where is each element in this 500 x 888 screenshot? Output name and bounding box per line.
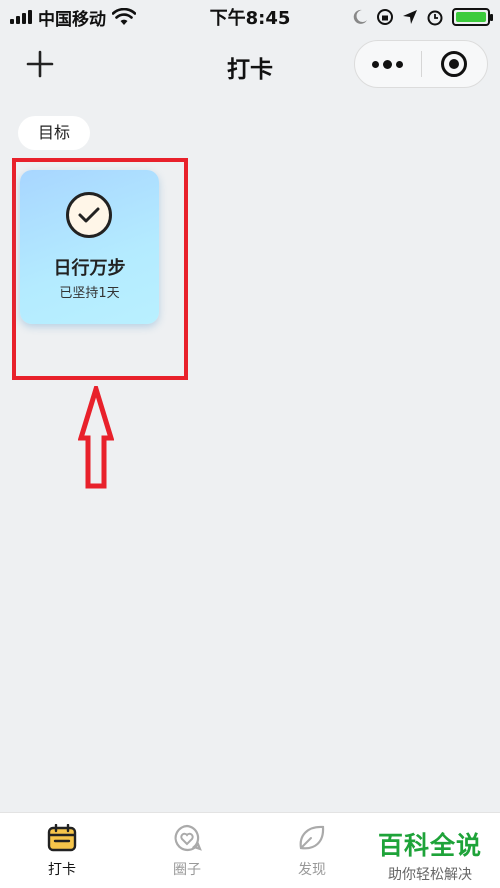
signal-icon <box>10 10 32 24</box>
status-left: 中国移动 <box>10 5 136 30</box>
up-arrow-icon <box>78 386 114 489</box>
tab-discover[interactable]: 发现 <box>272 823 352 879</box>
watermark: 百科全说 助你轻松解决 <box>360 826 500 884</box>
nav-bar: 打卡 <box>0 36 500 98</box>
wifi-icon <box>112 8 136 25</box>
moon-icon <box>353 9 367 24</box>
habit-card[interactable]: 日行万步 已坚持1天 <box>20 170 159 324</box>
tab-circle[interactable]: 圈子 <box>147 823 227 879</box>
status-right <box>352 8 493 26</box>
category-chip[interactable]: 目标 <box>18 116 91 150</box>
mini-program-capsule <box>354 40 488 88</box>
target-icon <box>441 51 468 77</box>
tab-label: 圈子 <box>173 862 201 878</box>
heart-bubble-icon <box>147 823 227 853</box>
status-time: 下午8:45 <box>209 8 291 29</box>
habit-streak: 已坚持1天 <box>59 286 120 301</box>
close-mini-program-button[interactable] <box>422 41 488 87</box>
location-icon <box>403 10 417 24</box>
calendar-icon <box>22 823 102 853</box>
watermark-subtitle: 助你轻松解决 <box>388 867 472 883</box>
leaf-icon <box>272 823 352 853</box>
status-bar: 中国移动 下午8:45 <box>0 0 500 34</box>
check-icon <box>66 192 112 238</box>
tab-checkin[interactable]: 打卡 <box>22 823 102 879</box>
rotation-lock-icon <box>377 9 393 25</box>
tab-label: 发现 <box>298 862 326 878</box>
carrier-name: 中国移动 <box>38 9 106 30</box>
watermark-title: 百科全说 <box>377 831 482 860</box>
battery-icon <box>452 8 493 26</box>
more-button[interactable] <box>355 41 421 87</box>
more-dots-icon <box>372 60 380 68</box>
alarm-icon <box>427 10 443 26</box>
tab-label: 打卡 <box>48 862 76 878</box>
habit-title: 日行万步 <box>53 258 126 279</box>
